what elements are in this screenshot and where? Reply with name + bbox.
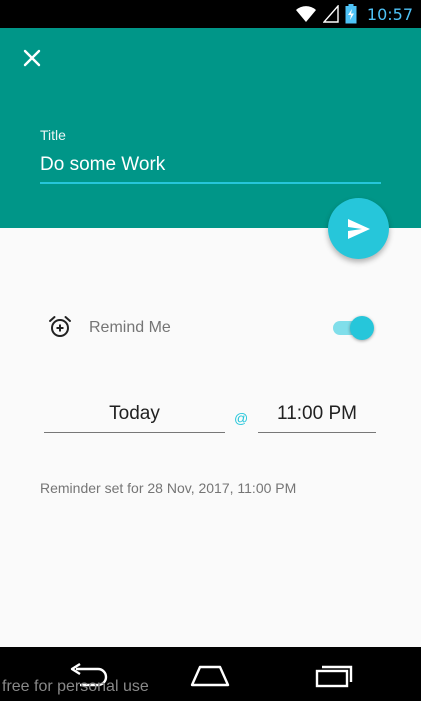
- title-label: Title: [40, 127, 66, 143]
- watermark-text: free for personal use: [2, 678, 149, 695]
- time-picker-field[interactable]: 11:00 PM: [258, 403, 376, 433]
- title-input[interactable]: [40, 152, 381, 184]
- date-picker-field[interactable]: Today: [44, 403, 225, 433]
- recents-icon: [315, 665, 353, 688]
- wifi-icon: [295, 6, 316, 22]
- battery-charging-icon: [345, 4, 357, 24]
- remind-me-row: Remind Me: [48, 313, 378, 343]
- status-clock: 10:57: [366, 4, 413, 24]
- status-icons: 10:57: [295, 3, 413, 25]
- close-icon: [23, 49, 41, 67]
- at-separator: @: [234, 410, 249, 426]
- alarm-add-icon: [49, 316, 71, 337]
- send-icon: [347, 218, 370, 239]
- reminder-panel: [0, 228, 421, 647]
- status-bar: 10:57: [0, 0, 421, 28]
- home-button[interactable]: [188, 661, 232, 689]
- send-button[interactable]: [328, 198, 389, 259]
- reminder-summary: Reminder set for 28 Nov, 2017, 11:00 PM: [40, 480, 297, 496]
- toggle-thumb: [350, 316, 374, 340]
- recents-button[interactable]: [311, 661, 355, 689]
- remind-me-label: Remind Me: [89, 319, 171, 336]
- signal-icon: [322, 5, 339, 23]
- remind-me-toggle[interactable]: [333, 316, 375, 340]
- close-button[interactable]: [18, 44, 46, 72]
- home-icon: [190, 665, 230, 687]
